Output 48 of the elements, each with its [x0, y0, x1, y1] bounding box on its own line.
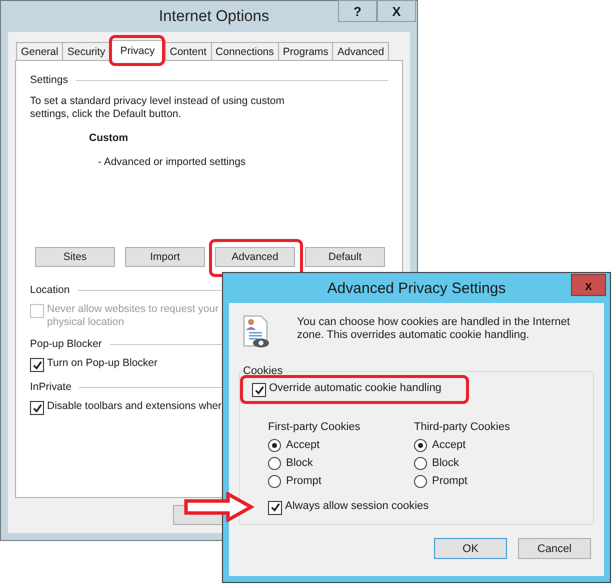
group-heading: Settings	[30, 74, 68, 86]
tab[interactable]: General	[16, 42, 64, 60]
help-button[interactable]: ?	[338, 0, 377, 22]
checkbox-label: Turn on Pop-up Blocker	[47, 357, 158, 370]
checkbox[interactable]	[252, 383, 266, 397]
radio-label: Prompt	[286, 475, 322, 488]
tab[interactable]: Security	[62, 42, 110, 60]
column-heading: Third-party Cookies	[414, 420, 511, 432]
radio-button[interactable]	[414, 439, 427, 452]
button[interactable]: Cancel	[518, 538, 591, 559]
privacy-level: Custom	[89, 132, 130, 144]
tab[interactable]: Advanced	[332, 42, 390, 60]
checkbox-label: Override automatic cookie handling	[269, 382, 442, 395]
document-eye-icon	[241, 315, 271, 349]
group-heading: Location	[30, 284, 70, 296]
radio-button[interactable]	[268, 439, 281, 452]
button[interactable]: Sites	[35, 247, 115, 267]
checkbox[interactable]	[268, 500, 282, 514]
radio-label: Block	[432, 457, 459, 470]
checkbox-label: Disable toolbars and extensions wher	[47, 400, 222, 413]
checkbox[interactable]	[30, 401, 44, 415]
button[interactable]: OK	[434, 538, 507, 559]
radio-label: Accept	[286, 439, 320, 452]
group-heading: Pop-up Blocker	[30, 338, 102, 350]
radio-button[interactable]	[414, 457, 427, 470]
description: You can choose how cookies are handled in the Internet zone. This overrides automatic cookie handling.	[297, 316, 571, 343]
description: To set a standard privacy level instead of using custom settings, click the Default button.	[30, 95, 286, 121]
column-heading: First-party Cookies	[268, 420, 362, 432]
radio-label: Prompt	[432, 475, 468, 488]
privacy-level-detail: - Advanced or imported settings	[98, 156, 247, 168]
radio-button[interactable]	[414, 475, 427, 488]
close-button[interactable]: x	[571, 274, 606, 296]
checkbox-label: Always allow session cookies	[285, 500, 429, 512]
button[interactable]: Default	[305, 247, 385, 267]
checkbox[interactable]	[30, 358, 44, 372]
radio-label: Block	[286, 457, 313, 470]
group-heading: InPrivate	[30, 381, 72, 393]
radio-label: Accept	[432, 439, 466, 452]
tab[interactable]: Privacy	[109, 40, 166, 61]
radio-button[interactable]	[268, 457, 281, 470]
tab[interactable]: Programs	[278, 42, 334, 60]
window-title: Internet Options	[158, 8, 270, 26]
button[interactable]: Advanced	[215, 247, 295, 267]
close-button[interactable]: X	[377, 0, 416, 22]
button[interactable]: Import	[125, 247, 205, 267]
checkbox-label: Never allow websites to request your physical location	[47, 303, 220, 329]
radio-button[interactable]	[268, 475, 281, 488]
dialog-title: Advanced Privacy Settings	[327, 280, 506, 296]
